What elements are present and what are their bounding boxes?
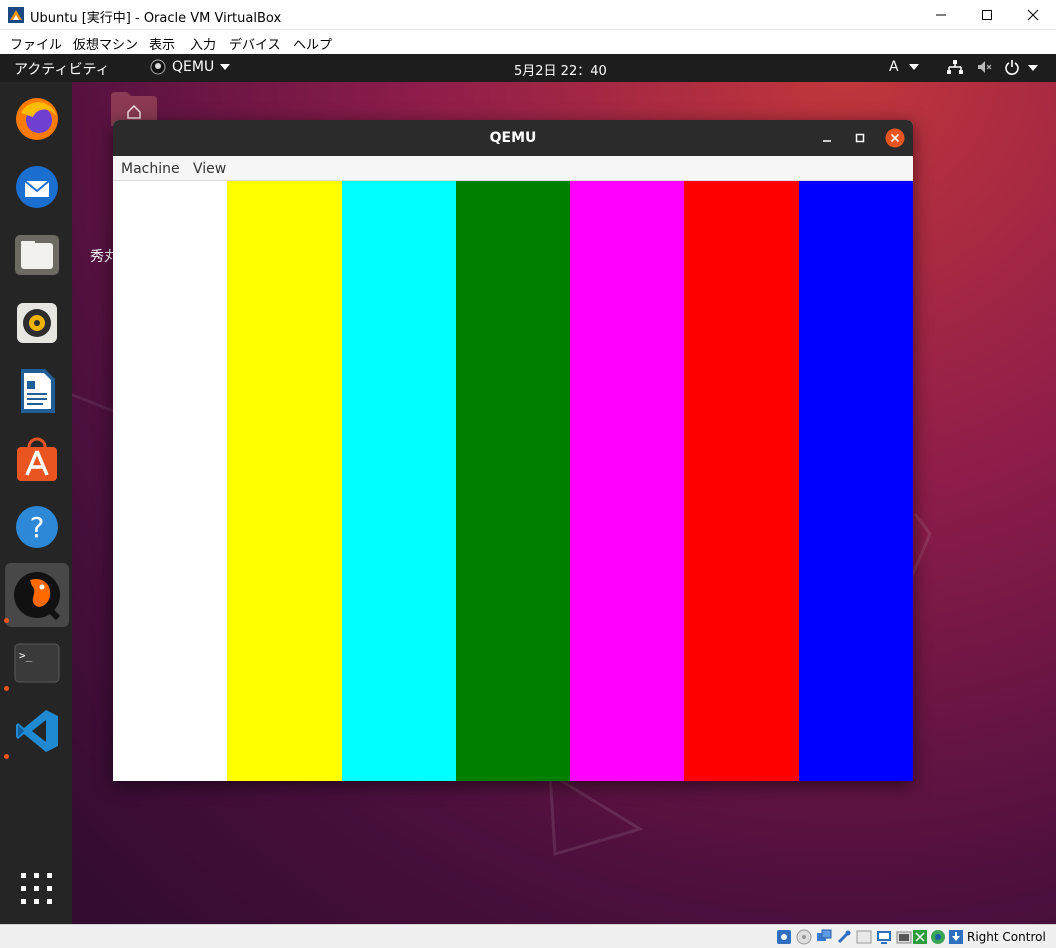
mouse-integration-icon[interactable]: [912, 929, 928, 945]
color-bar: [684, 181, 799, 781]
qemu-close-button[interactable]: [885, 128, 905, 148]
gnome-topbar: アクティビティ QEMU 5月2日 22：40 A: [0, 54, 1056, 82]
qemu-menubar: Machine View: [113, 156, 913, 181]
input-source-indicator[interactable]: A: [889, 59, 920, 75]
host-key-label: Right Control: [967, 930, 1046, 944]
minimize-icon: [936, 14, 946, 16]
app-menu[interactable]: QEMU: [150, 59, 231, 75]
running-indicator: [4, 618, 9, 623]
writer-icon: [21, 369, 55, 413]
shared-folder-icon[interactable]: [856, 929, 872, 945]
qemu-titlebar[interactable]: QEMU: [113, 120, 913, 156]
dock-item-firefox[interactable]: [5, 87, 69, 151]
files-icon: [15, 235, 59, 275]
app-menu-label: QEMU: [172, 59, 215, 75]
power-icon[interactable]: [1004, 59, 1020, 75]
dock-item-vscode[interactable]: [5, 699, 69, 763]
display-icon[interactable]: [876, 929, 892, 945]
thunderbird-icon: [16, 166, 58, 208]
app-grid-icon[interactable]: [21, 873, 53, 905]
vbox-titlebar: Ubuntu [実行中] - Oracle VM VirtualBox: [0, 0, 1056, 30]
chevron-down-icon: [220, 64, 231, 70]
activities-button[interactable]: アクティビティ: [14, 59, 110, 79]
network-adapter-icon[interactable]: [816, 929, 832, 945]
maximize-icon: [982, 10, 992, 20]
dock: ? >_: [0, 82, 72, 924]
maximize-icon: [855, 133, 865, 143]
running-indicator: [4, 686, 9, 691]
dock-item-rhythmbox[interactable]: [5, 291, 69, 355]
software-icon: [17, 437, 57, 481]
help-icon: ?: [16, 506, 58, 548]
virtualbox-app-icon: [8, 7, 24, 23]
vbox-statusbar: Right Control: [0, 924, 1056, 948]
firefox-icon: [16, 98, 58, 140]
qemu-window-title: QEMU: [489, 130, 537, 146]
usb-icon[interactable]: [836, 929, 852, 945]
svg-text:?: ?: [30, 511, 45, 544]
video-capture-icon[interactable]: [896, 929, 912, 945]
color-bar: [455, 181, 571, 781]
menu-help[interactable]: ヘルプ: [293, 34, 332, 53]
dock-item-files[interactable]: [5, 223, 69, 287]
close-button[interactable]: [1010, 0, 1056, 30]
volume-mute-icon[interactable]: [976, 59, 992, 75]
clock[interactable]: 5月2日 22：40: [514, 60, 607, 79]
color-bar: [570, 181, 685, 781]
qemu-display[interactable]: [113, 181, 913, 781]
close-icon: [885, 128, 905, 148]
qemu-icon: [14, 572, 61, 620]
rhythmbox-icon: [17, 303, 57, 343]
color-bar: [341, 181, 456, 781]
cpu-icon[interactable]: [930, 929, 946, 945]
vbox-menubar: ファイル 仮想マシン 表示 入力 デバイス ヘルプ: [0, 30, 1056, 54]
minimize-button[interactable]: [918, 0, 964, 30]
hdd-icon[interactable]: [776, 929, 792, 945]
minimize-icon: [823, 140, 831, 142]
terminal-icon: >_: [14, 643, 60, 683]
maximize-button[interactable]: [964, 0, 1010, 30]
window-title: Ubuntu [実行中] - Oracle VM VirtualBox: [30, 11, 282, 26]
qemu-window[interactable]: QEMU Machine View: [113, 120, 913, 781]
dock-item-qemu[interactable]: [5, 563, 69, 627]
network-icon[interactable]: [946, 59, 964, 75]
input-source-label: A: [889, 59, 899, 75]
vscode-icon: [16, 710, 58, 752]
menu-devices[interactable]: デバイス: [229, 34, 281, 53]
menu-view[interactable]: 表示: [149, 34, 175, 53]
color-bar: [227, 181, 342, 781]
qemu-small-icon: [150, 59, 166, 75]
qemu-menu-view[interactable]: View: [193, 161, 226, 177]
running-indicator: [4, 754, 9, 759]
qemu-maximize-button[interactable]: [850, 128, 870, 148]
dock-item-help[interactable]: ?: [5, 495, 69, 559]
guest-screen[interactable]: アクティビティ QEMU 5月2日 22：40 A ? >_ 秀丸 QEMU M…: [0, 54, 1056, 924]
menu-file[interactable]: ファイル: [10, 34, 62, 53]
menu-machine[interactable]: 仮想マシン: [73, 34, 138, 53]
dock-item-thunderbird[interactable]: [5, 155, 69, 219]
optical-icon[interactable]: [796, 929, 812, 945]
qemu-menu-machine[interactable]: Machine: [121, 161, 180, 177]
svg-text:>_: >_: [19, 649, 33, 662]
menu-input[interactable]: 入力: [190, 34, 216, 53]
dock-item-software[interactable]: [5, 427, 69, 491]
dock-item-terminal[interactable]: >_: [5, 631, 69, 695]
host-key-arrow-icon[interactable]: [948, 929, 964, 945]
dock-item-writer[interactable]: [5, 359, 69, 423]
color-bar: [798, 181, 913, 781]
chevron-down-icon[interactable]: [1028, 64, 1038, 72]
chevron-down-icon: [909, 64, 920, 70]
close-icon: [1027, 9, 1039, 21]
color-bar: [113, 181, 228, 781]
qemu-minimize-button[interactable]: [817, 128, 837, 148]
